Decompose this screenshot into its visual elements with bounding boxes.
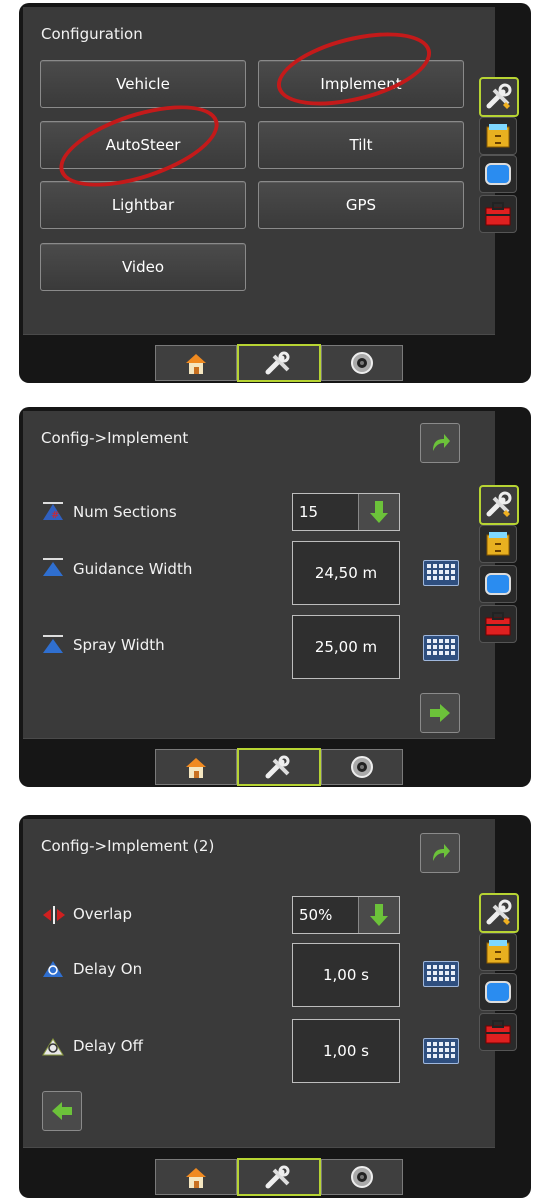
tools-tab[interactable]	[237, 344, 321, 382]
tools-tab[interactable]	[237, 748, 321, 786]
tilt-button[interactable]: Tilt	[258, 121, 464, 169]
delay-off-field[interactable]: 1,00 s	[292, 1019, 400, 1083]
page-title: Configuration	[41, 25, 143, 43]
tools-icon	[265, 1165, 290, 1189]
chevron-down-icon	[358, 494, 399, 530]
return-button[interactable]	[420, 833, 460, 873]
overlap-icon	[43, 906, 65, 924]
arrow-right-icon	[430, 704, 450, 722]
keyboard-icon[interactable]	[423, 560, 459, 586]
vehicle-button[interactable]: Vehicle	[40, 60, 246, 108]
display-icon[interactable]	[479, 155, 517, 193]
implement-content: Config->Implement # Num Sections 15 Guid…	[23, 411, 495, 739]
arrow-left-icon	[52, 1102, 72, 1120]
num-sections-icon: #	[43, 502, 63, 521]
delay-on-icon	[43, 961, 63, 977]
home-icon	[186, 354, 206, 374]
display-icon[interactable]	[479, 973, 517, 1011]
tools-icon[interactable]	[479, 893, 519, 933]
camera-icon	[351, 1166, 373, 1188]
delay-off-label: Delay Off	[73, 1037, 143, 1055]
home-tab[interactable]	[155, 1159, 237, 1195]
configuration-content: Configuration Vehicle Implement AutoStee…	[23, 7, 495, 335]
camera-icon	[351, 352, 373, 374]
video-button[interactable]: Video	[40, 243, 246, 291]
num-sections-value: 15	[299, 503, 319, 521]
spray-width-field[interactable]: 25,00 m	[292, 615, 400, 679]
svg-text:#: #	[51, 510, 59, 521]
page-title: Config->Implement (2)	[41, 837, 215, 855]
home-tab[interactable]	[155, 345, 237, 381]
guidance-width-label: Guidance Width	[73, 560, 193, 578]
implement-2-panel: Config->Implement (2) Overlap 50% Delay …	[19, 815, 531, 1198]
toolbox-icon[interactable]	[479, 195, 517, 233]
toolbox-icon[interactable]	[479, 605, 517, 643]
page-title: Config->Implement	[41, 429, 189, 447]
camera-tab[interactable]	[321, 749, 403, 785]
return-button[interactable]	[420, 423, 460, 463]
tools-tab[interactable]	[237, 1158, 321, 1196]
guidance-width-field[interactable]: 24,50 m	[292, 541, 400, 605]
implement-panel: Config->Implement # Num Sections 15 Guid…	[19, 407, 531, 787]
implement-2-content: Config->Implement (2) Overlap 50% Delay …	[23, 819, 495, 1148]
tools-icon[interactable]	[479, 485, 519, 525]
delay-on-label: Delay On	[73, 960, 143, 978]
tools-icon	[265, 351, 290, 375]
file-cabinet-icon[interactable]	[479, 117, 517, 155]
keyboard-icon[interactable]	[423, 1038, 459, 1064]
camera-tab[interactable]	[321, 1159, 403, 1195]
overlap-label: Overlap	[73, 905, 132, 923]
home-icon	[186, 1168, 206, 1188]
spray-width-icon	[43, 635, 63, 653]
num-sections-dropdown[interactable]: 15	[292, 493, 400, 531]
camera-tab[interactable]	[321, 345, 403, 381]
gps-button[interactable]: GPS	[258, 181, 464, 229]
toolbox-icon[interactable]	[479, 1013, 517, 1051]
chevron-down-icon	[358, 897, 399, 933]
overlap-value: 50%	[299, 906, 333, 924]
guidance-width-icon	[43, 558, 63, 576]
display-icon[interactable]	[479, 565, 517, 603]
file-cabinet-icon[interactable]	[479, 525, 517, 563]
tools-icon[interactable]	[479, 77, 519, 117]
num-sections-label: Num Sections	[73, 503, 177, 521]
home-icon	[186, 758, 206, 778]
lightbar-button[interactable]: Lightbar	[40, 181, 246, 229]
keyboard-icon[interactable]	[423, 961, 459, 987]
previous-page-button[interactable]	[42, 1091, 82, 1131]
return-arrow-icon	[433, 844, 450, 861]
return-arrow-icon	[433, 434, 450, 451]
spray-width-label: Spray Width	[73, 636, 165, 654]
home-tab[interactable]	[155, 749, 237, 785]
overlap-dropdown[interactable]: 50%	[292, 896, 400, 934]
file-cabinet-icon[interactable]	[479, 933, 517, 971]
tools-icon	[265, 755, 290, 779]
next-page-button[interactable]	[420, 693, 460, 733]
configuration-panel: Configuration Vehicle Implement AutoStee…	[19, 3, 531, 383]
keyboard-icon[interactable]	[423, 635, 459, 661]
delay-off-icon	[42, 1038, 64, 1056]
delay-on-field[interactable]: 1,00 s	[292, 943, 400, 1007]
camera-icon	[351, 756, 373, 778]
